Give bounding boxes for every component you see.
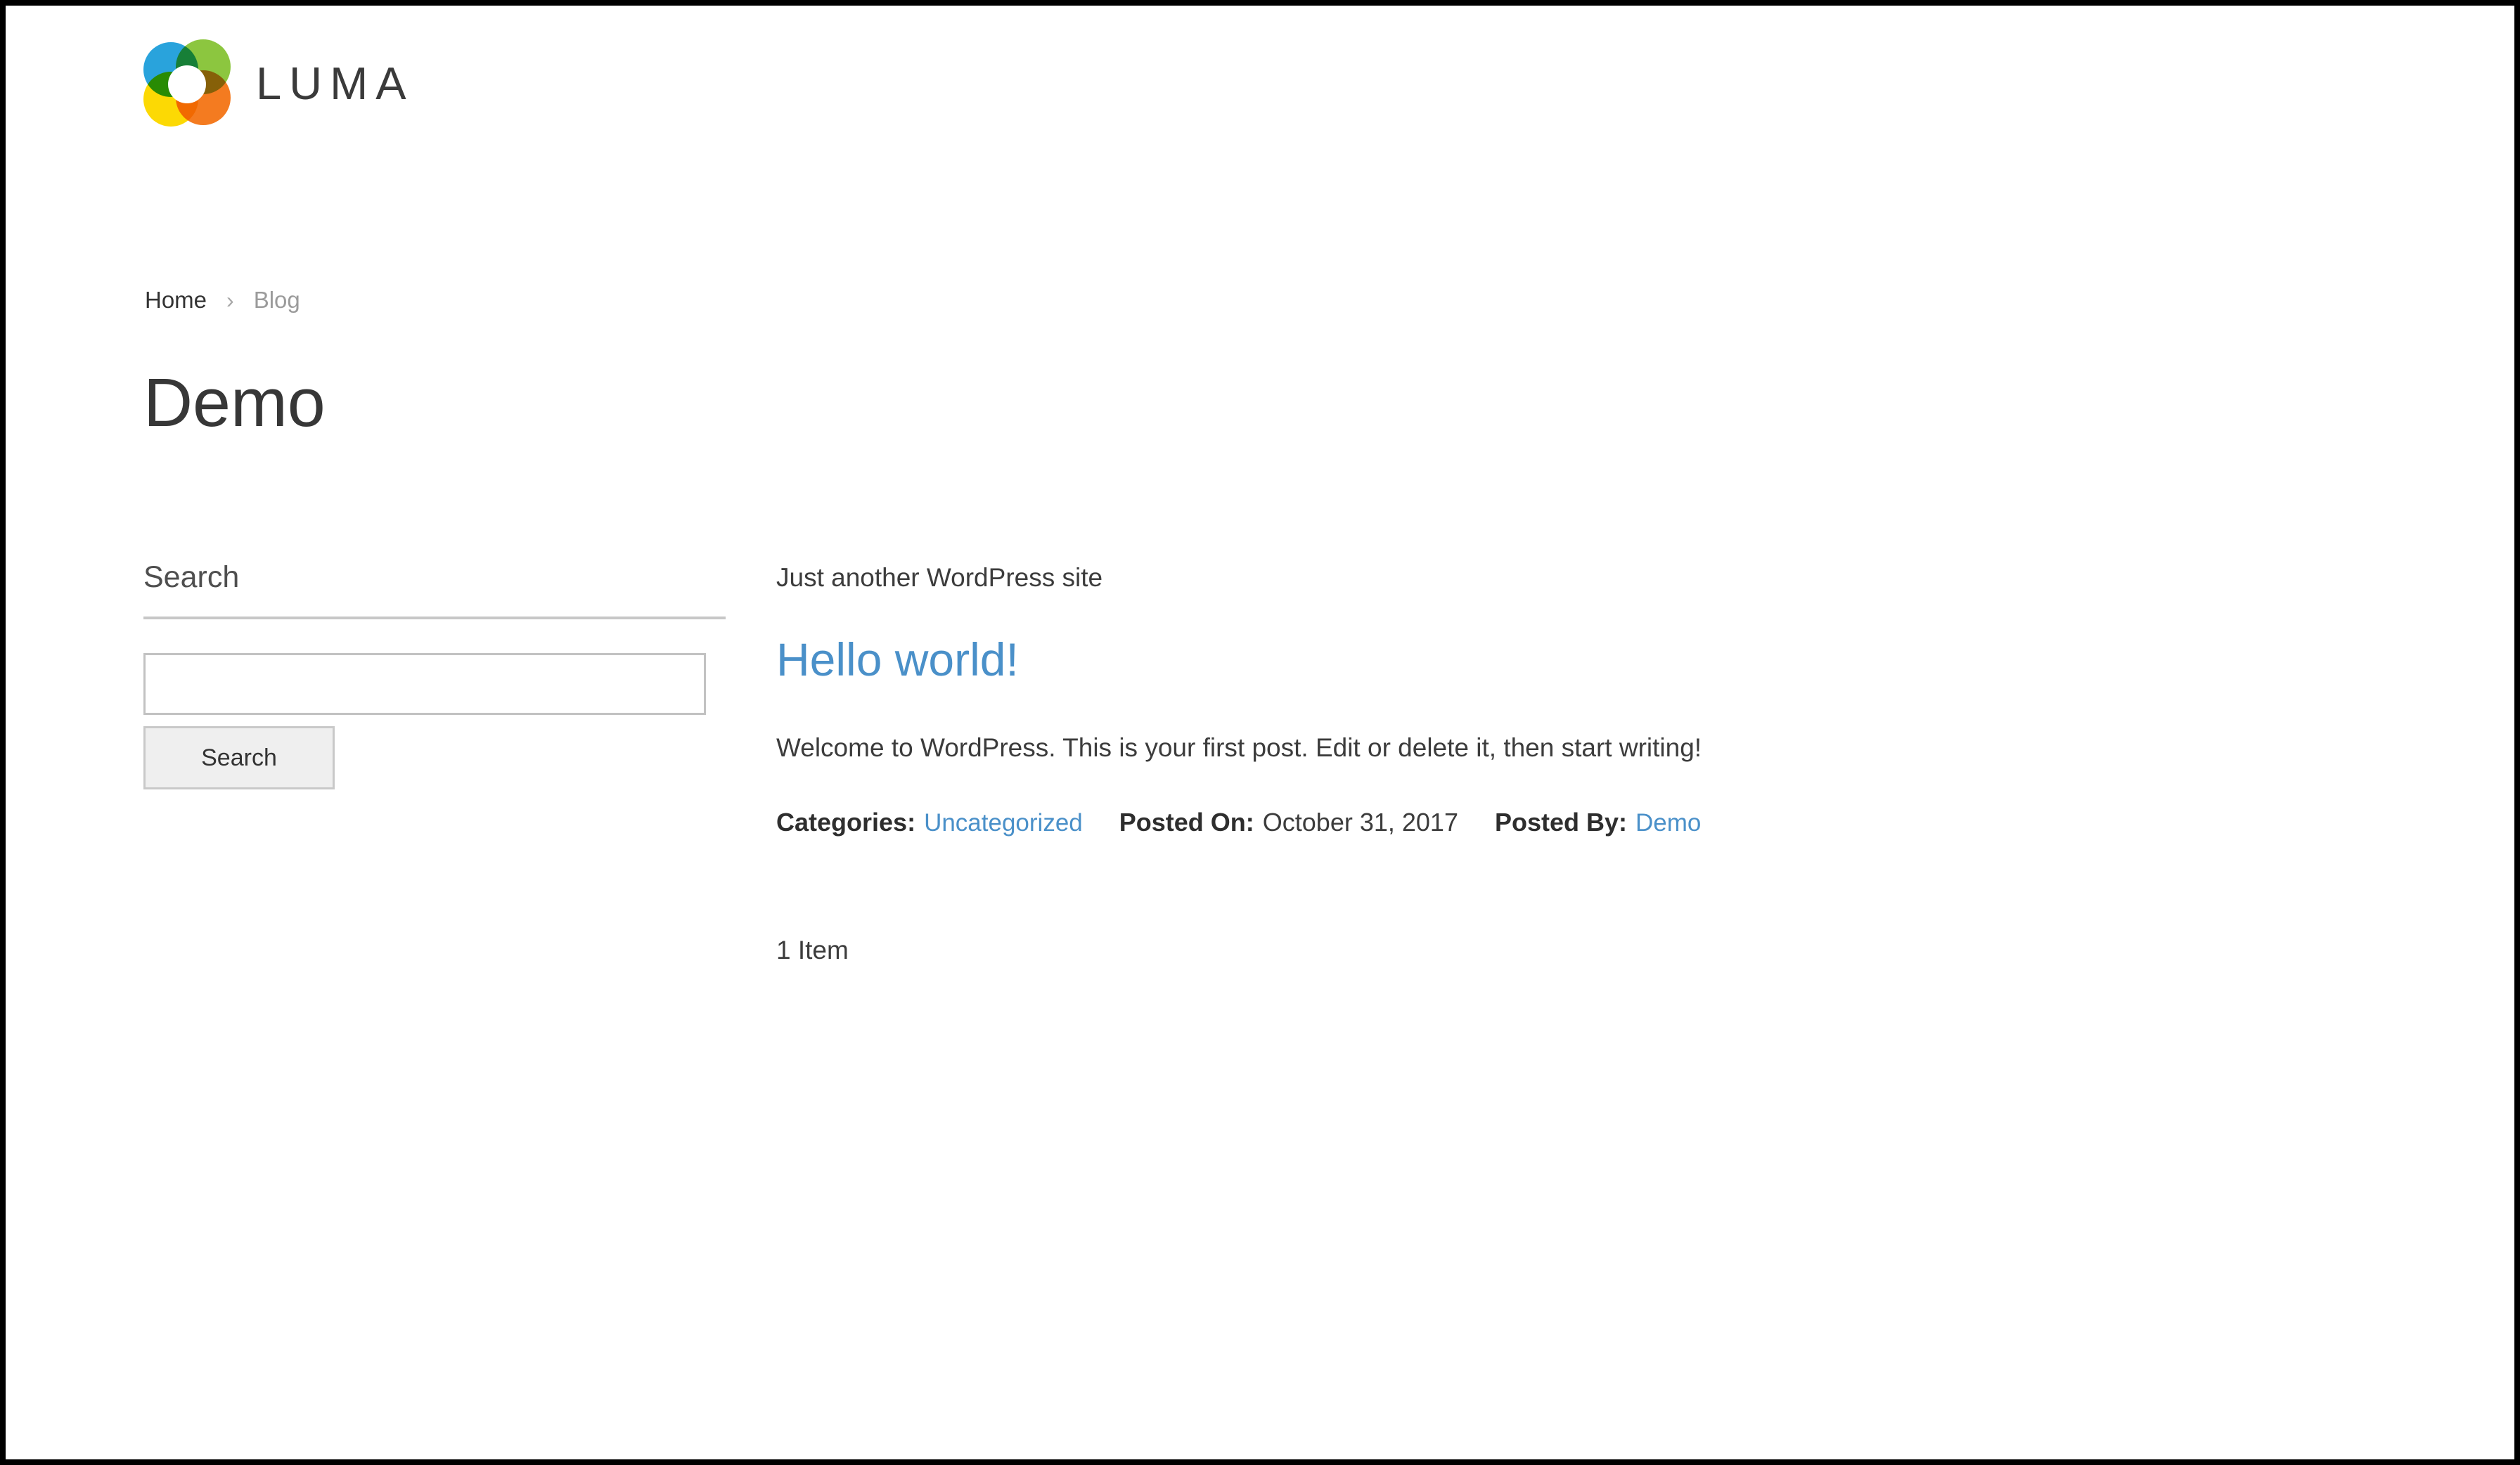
post-meta-categories-value[interactable]: Uncategorized — [924, 809, 1083, 837]
site-logo[interactable]: LUMA — [143, 39, 414, 127]
chevron-right-icon: › — [226, 287, 234, 313]
main-content: Just another WordPress site Hello world!… — [776, 561, 2379, 965]
post-meta-posted-by: Posted By: Demo — [1495, 808, 1701, 837]
post-meta-posted-by-value[interactable]: Demo — [1635, 809, 1701, 837]
breadcrumb: Home › Blog — [145, 287, 300, 314]
search-widget: Search Search — [143, 560, 726, 790]
breadcrumb-item-home[interactable]: Home — [145, 287, 207, 314]
post-meta-categories: Categories: Uncategorized — [776, 808, 1083, 837]
post-meta-posted-on-label: Posted On: — [1119, 807, 1254, 837]
logo-wordmark: LUMA — [256, 57, 414, 109]
post-meta: Categories: Uncategorized Posted On: Oct… — [776, 808, 2379, 837]
page-title: Demo — [143, 364, 326, 441]
post-title-link[interactable]: Hello world! — [776, 634, 1019, 685]
search-button[interactable]: Search — [143, 726, 335, 790]
post-meta-posted-by-label: Posted By: — [1494, 807, 1628, 837]
post-meta-categories-label: Categories: — [776, 807, 916, 837]
search-widget-heading: Search — [143, 560, 240, 594]
site-tagline: Just another WordPress site — [776, 563, 1103, 592]
logo-center-hole — [168, 65, 206, 103]
post-meta-posted-on-value: October 31, 2017 — [1262, 807, 1458, 837]
sidebar: Search Search Recent Posts Hello world! … — [143, 560, 726, 790]
post-meta-posted-on: Posted On: October 31, 2017 — [1119, 808, 1458, 837]
post-excerpt: Welcome to WordPress. This is your first… — [776, 732, 1702, 762]
search-widget-divider — [143, 617, 726, 620]
luma-rings-logo-icon — [143, 39, 231, 127]
page-frame: LUMA Home › Blog Demo Search Search Rece… — [6, 6, 2514, 1459]
search-input[interactable] — [143, 653, 706, 716]
item-count: 1 Item — [776, 935, 849, 964]
breadcrumb-item-blog: Blog — [253, 287, 300, 313]
